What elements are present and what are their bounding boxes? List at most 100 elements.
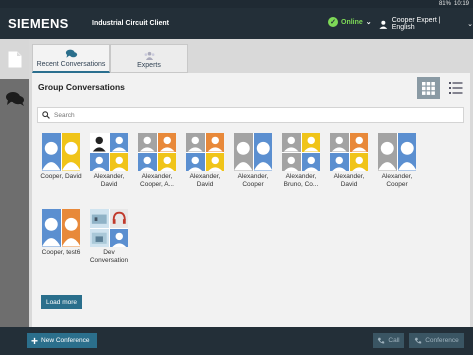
- search-field[interactable]: [37, 107, 464, 123]
- conversation-name: Alexander, Bruno, Co...: [283, 173, 319, 188]
- search-input[interactable]: [54, 111, 434, 119]
- person-icon: [234, 133, 253, 171]
- person-icon: [42, 209, 61, 247]
- group-avatar: [42, 209, 80, 247]
- conversation-tile[interactable]: Alexander, Cooper, A...: [135, 133, 179, 189]
- group-avatar: [138, 133, 176, 171]
- brand-logo: SIEMENS: [8, 16, 69, 31]
- person-icon: [186, 152, 205, 171]
- chevron-down-icon: ⌄: [365, 19, 372, 26]
- person-icon: [349, 152, 368, 171]
- conversation-name: Cooper, test6: [41, 249, 81, 256]
- app-title: Industrial Circuit Client: [92, 20, 170, 27]
- person-icon: [330, 152, 349, 171]
- person-icon: [61, 209, 80, 247]
- group-avatar: [234, 133, 272, 171]
- headset-icon: [109, 209, 128, 228]
- conversation-name: Alexander, Cooper: [237, 173, 269, 188]
- new-conference-button[interactable]: + New Conference: [27, 333, 97, 348]
- chat-bubbles-icon: [5, 92, 24, 106]
- phone-icon: [378, 337, 385, 344]
- person-icon: [186, 133, 205, 152]
- user-label: Cooper Expert | English: [391, 17, 441, 31]
- conference-button[interactable]: Conference: [409, 333, 464, 348]
- button-label: Call: [388, 337, 400, 344]
- user-menu[interactable]: Cooper Expert | English ⌄: [379, 17, 473, 31]
- conversation-tile[interactable]: Alexander, Cooper: [231, 133, 275, 189]
- conversation-tile[interactable]: Dev Conversation: [87, 209, 131, 265]
- clock: 10:19: [453, 1, 469, 7]
- conversations-panel: Group Conversations Search Cooper, David…: [32, 73, 470, 327]
- conversation-tile[interactable]: Alexander, David: [327, 133, 371, 189]
- status-bar: 81% 10:19: [0, 0, 473, 8]
- people-icon: [144, 51, 154, 60]
- rail-item-conversations[interactable]: [0, 79, 29, 119]
- grid-icon: [422, 81, 435, 95]
- person-icon: [330, 133, 349, 152]
- phone-icon: [414, 337, 422, 344]
- document-icon: [8, 51, 21, 67]
- group-avatar: [282, 133, 320, 171]
- person-icon: [282, 152, 301, 171]
- conversation-tile[interactable]: Alexander, Bruno, Co...: [279, 133, 323, 189]
- person-icon: [282, 133, 301, 152]
- conversation-name: Alexander, David: [93, 173, 125, 188]
- plus-icon: +: [31, 333, 39, 348]
- person-icon: [138, 152, 157, 171]
- group-avatar: [90, 133, 128, 171]
- conversation-name: Dev Conversation: [89, 249, 129, 264]
- person-icon: [109, 228, 128, 247]
- person-icon: [157, 152, 176, 171]
- battery-level: 81%: [438, 1, 451, 7]
- group-avatar: [330, 133, 368, 171]
- person-icon: [61, 133, 80, 171]
- conversation-name: Alexander, David: [189, 173, 221, 188]
- person-icon: [205, 152, 224, 171]
- group-avatar: [378, 133, 416, 171]
- search-icon: [42, 111, 50, 119]
- conversation-tile[interactable]: Cooper, David: [39, 133, 83, 181]
- tab-experts[interactable]: Experts: [110, 44, 188, 73]
- group-avatar: [186, 133, 224, 171]
- list-icon: [448, 82, 462, 94]
- conversation-tile[interactable]: Alexander, David: [87, 133, 131, 189]
- person-icon: [301, 133, 320, 152]
- person-icon: [109, 133, 128, 152]
- conversation-name: Alexander, David: [333, 173, 365, 188]
- group-avatar: [42, 133, 80, 171]
- rail-item-documents[interactable]: [0, 39, 29, 79]
- person-icon: [378, 133, 397, 171]
- person-icon: [157, 133, 176, 152]
- button-label: New Conference: [41, 337, 90, 344]
- conversation-tile[interactable]: Alexander, David: [183, 133, 227, 189]
- conversation-tile[interactable]: Cooper, test6: [39, 209, 83, 257]
- person-icon: [301, 152, 320, 171]
- presence-selector[interactable]: ✓ Online ⌄: [328, 17, 372, 27]
- conversation-tile[interactable]: Alexander, Cooper: [375, 133, 419, 189]
- person-photo: [90, 133, 109, 152]
- tab-bar: Recent Conversations Experts: [32, 44, 188, 73]
- tab-label: Recent Conversations: [36, 61, 106, 68]
- tab-recent-conversations[interactable]: Recent Conversations: [32, 44, 110, 73]
- conversation-name: Alexander, Cooper, A...: [140, 173, 174, 188]
- list-view-button[interactable]: [444, 77, 467, 99]
- person-icon: [397, 133, 416, 171]
- person-icon: [205, 133, 224, 152]
- photo-thumbnail: [90, 228, 109, 247]
- person-icon: [90, 152, 109, 171]
- person-icon: [138, 133, 157, 152]
- conversation-name: Cooper, David: [40, 173, 82, 180]
- chat-bubbles-icon: [65, 49, 77, 58]
- check-icon: ✓: [328, 17, 338, 27]
- call-button[interactable]: Call: [373, 333, 404, 348]
- person-icon: [42, 133, 61, 171]
- panel-title: Group Conversations: [38, 82, 125, 92]
- tab-label: Experts: [137, 62, 161, 69]
- left-nav-rail: [0, 39, 29, 327]
- user-icon: [379, 20, 388, 29]
- photo-thumbnail: [90, 209, 109, 228]
- load-more-button[interactable]: Load more: [41, 295, 82, 309]
- grid-view-button[interactable]: [417, 77, 440, 99]
- presence-label: Online: [341, 18, 363, 26]
- button-label: Conference: [425, 337, 459, 344]
